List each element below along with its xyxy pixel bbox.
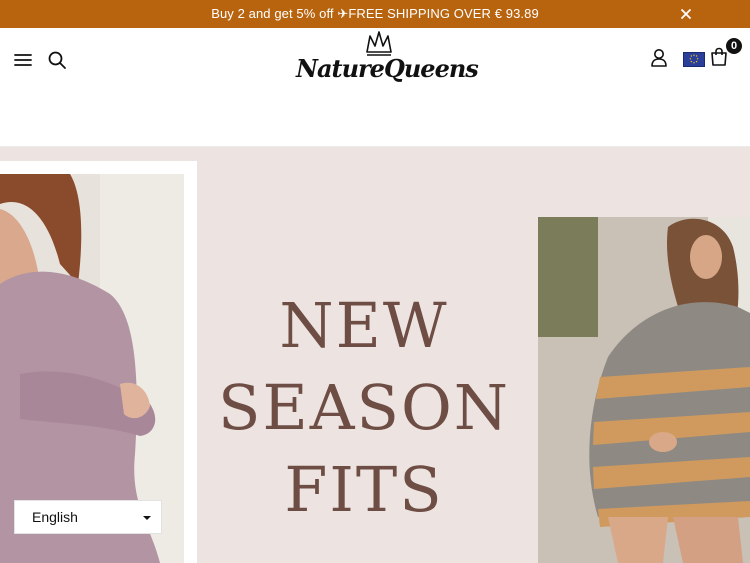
menu-icon[interactable] [14, 52, 32, 68]
search-icon[interactable] [47, 50, 67, 70]
caret-down-icon [143, 516, 151, 520]
flag-eu-icon[interactable] [683, 52, 705, 67]
language-selected-value: English [32, 509, 78, 525]
site-header: NatureQueens 0 [0, 28, 750, 98]
headline-line-2: SEASON [217, 371, 511, 444]
announcement-text: Buy 2 and get 5% off ✈FREE SHIPPING OVER… [211, 6, 539, 21]
model-photo-right [538, 217, 750, 563]
hero-headline: NEW SEASON FITS [210, 285, 518, 531]
announcement-bar: Buy 2 and get 5% off ✈FREE SHIPPING OVER… [0, 0, 750, 28]
headline-line-3: FITS [284, 453, 444, 526]
logo-text: NatureQueens [296, 54, 479, 83]
cart-icon[interactable] [710, 47, 728, 67]
language-select[interactable]: English [14, 500, 162, 534]
site-logo[interactable]: NatureQueens [296, 30, 479, 88]
headline-line-1: NEW [279, 289, 449, 362]
cart-count-badge: 0 [726, 38, 742, 54]
close-icon[interactable] [678, 6, 694, 22]
account-icon[interactable] [650, 48, 668, 68]
